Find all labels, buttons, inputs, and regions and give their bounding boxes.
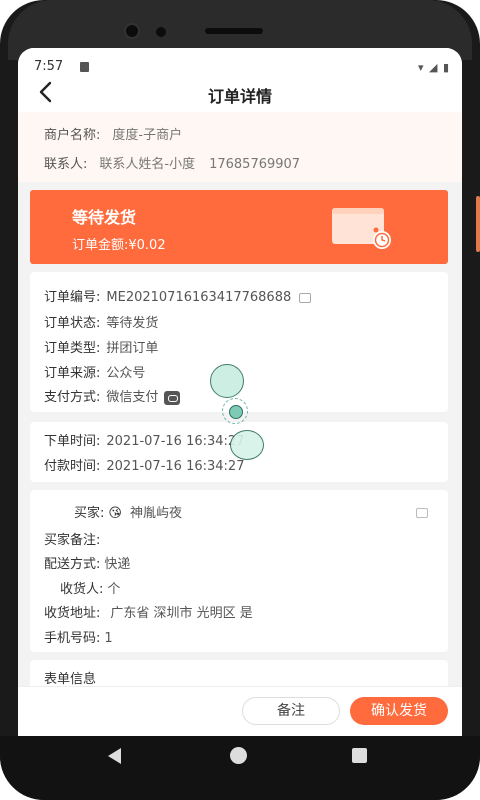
- wallet-clock-icon: [332, 208, 391, 249]
- touch-indicator: [230, 430, 264, 460]
- buyer-row: 买家: 😘 神胤屿夜: [74, 502, 182, 521]
- speaker-grille: [205, 28, 263, 34]
- phone-label: 手机号码:: [44, 631, 101, 646]
- phone-frame: 7:57 ▾ ◢ ▮ 订单详情 商户名称: 度度-子商户 联系人: 联系人姓名-小度…: [0, 0, 480, 800]
- bottom-action-bar: 备注 确认发货: [18, 686, 462, 736]
- form-info-title: 表单信息: [44, 672, 97, 687]
- merchant-name-label: 商户名称:: [44, 128, 101, 143]
- merchant-info: 商户名称: 度度-子商户 联系人: 联系人姓名-小度 17685769907: [18, 112, 462, 182]
- copy-icon[interactable]: [416, 508, 428, 518]
- camera-icon: [124, 23, 140, 39]
- nav-recent-icon[interactable]: [352, 748, 367, 763]
- pay-time-row: 付款时间: 2021-07-16 16:34:27: [44, 455, 244, 474]
- pay-time-label: 付款时间:: [44, 459, 101, 474]
- android-nav-bar: [0, 736, 480, 800]
- order-amount: 订单金额:¥0.02: [72, 238, 166, 253]
- receiver-row: 收货人: 个: [60, 578, 120, 597]
- sim-icon: [80, 62, 89, 72]
- phone-row: 手机号码: 1: [44, 627, 113, 646]
- buyer-label: 买家:: [74, 506, 105, 521]
- order-status-label: 订单状态:: [44, 316, 101, 331]
- order-number-value: ME20210716163417768688: [106, 290, 292, 305]
- order-number-row: 订单编号: ME20210716163417768688: [44, 286, 312, 305]
- buyer-name: 神胤屿夜: [129, 506, 182, 521]
- order-status-card: 等待发货 订单金额:¥0.02: [30, 190, 448, 264]
- wechat-pay-icon: [164, 390, 181, 405]
- contact-label: 联系人:: [44, 157, 88, 172]
- phone-value: 1: [104, 631, 113, 646]
- note-button[interactable]: 备注: [242, 697, 340, 725]
- order-type-row: 订单类型: 拼团订单: [44, 337, 158, 356]
- buyer-note-row: 买家备注:: [44, 529, 100, 548]
- payment-method-row: 支付方式: 微信支付: [44, 386, 181, 405]
- confirm-shipment-button[interactable]: 确认发货: [350, 697, 448, 725]
- touch-indicator: [210, 364, 244, 398]
- contact-phone: 17685769907: [209, 157, 301, 172]
- nav-bar: 订单详情: [18, 74, 462, 112]
- contact-name: 联系人姓名-小度: [99, 157, 196, 172]
- order-time-value: 2021-07-16 16:34:27: [106, 434, 245, 449]
- order-time-row: 下单时间: 2021-07-16 16:34:27: [44, 430, 244, 449]
- copy-icon[interactable]: [299, 292, 312, 303]
- nav-back-icon[interactable]: [108, 748, 121, 764]
- buyer-note-label: 买家备注:: [44, 533, 101, 548]
- receiver-value: 个: [107, 582, 121, 597]
- delivery-value: 快递: [104, 557, 131, 572]
- pay-time-value: 2021-07-16 16:34:27: [106, 459, 245, 474]
- buyer-info-card: 买家: 😘 神胤屿夜 买家备注: 配送方式: 快递 收货人: 个 收货地址: 广东省 深圳…: [30, 490, 448, 652]
- delivery-row: 配送方式: 快递: [44, 553, 130, 572]
- status-time: 7:57: [34, 59, 64, 74]
- sensor-icon: [156, 27, 166, 37]
- order-type-value: 拼团订单: [106, 341, 159, 356]
- order-time-label: 下单时间:: [44, 434, 101, 449]
- payment-method-value: 微信支付: [106, 390, 159, 405]
- address-row: 收货地址: 广东省 深圳市 光明区 是: [44, 602, 253, 621]
- side-button: [476, 196, 480, 252]
- signal-battery-icon: ▾ ◢ ▮: [417, 61, 450, 74]
- order-status-value: 等待发货: [106, 316, 159, 331]
- address-label: 收货地址:: [44, 606, 101, 621]
- delivery-label: 配送方式:: [44, 557, 101, 572]
- app-screen: 7:57 ▾ ◢ ▮ 订单详情 商户名称: 度度-子商户 联系人: 联系人姓名-小度…: [18, 48, 462, 736]
- contact-row: 联系人: 联系人姓名-小度 17685769907: [44, 153, 300, 172]
- order-source-value: 公众号: [106, 366, 146, 381]
- order-source-label: 订单来源:: [44, 366, 101, 381]
- merchant-name-value: 度度-子商户: [112, 128, 183, 143]
- page-title: 订单详情: [207, 87, 272, 106]
- order-type-label: 订单类型:: [44, 341, 101, 356]
- status-bar: 7:57 ▾ ◢ ▮: [18, 48, 462, 74]
- merchant-name-row: 商户名称: 度度-子商户: [44, 124, 182, 143]
- payment-method-label: 支付方式:: [44, 390, 101, 405]
- receiver-label: 收货人:: [60, 582, 104, 597]
- touch-indicator: [229, 405, 243, 419]
- address-value: 广东省 深圳市 光明区 是: [110, 606, 253, 621]
- order-status-title: 等待发货: [72, 208, 137, 227]
- order-status-row: 订单状态: 等待发货: [44, 312, 158, 331]
- buyer-emoji: 😘: [108, 506, 122, 521]
- order-number-label: 订单编号:: [44, 290, 101, 305]
- order-source-row: 订单来源: 公众号: [44, 362, 145, 381]
- nav-home-icon[interactable]: [230, 747, 247, 764]
